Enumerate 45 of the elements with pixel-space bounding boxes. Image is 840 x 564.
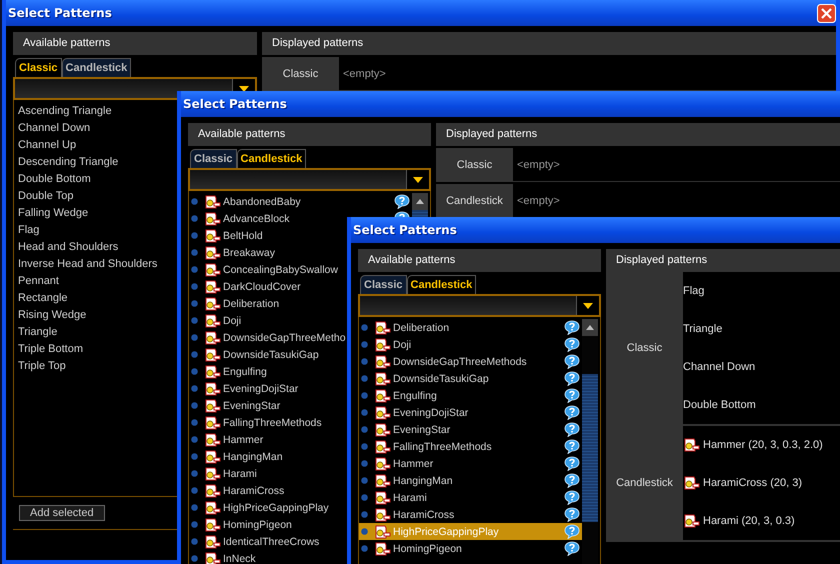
panel-header: Available patterns	[358, 249, 601, 272]
list-item[interactable]: Deliberation	[359, 319, 582, 336]
list-item[interactable]: Harami	[359, 489, 582, 506]
window-title: Select Patterns	[183, 97, 287, 111]
displayed-pattern[interactable]: Hammer (20, 3, 0.3, 2.0)	[683, 426, 840, 464]
panel-header: Displayed patterns	[262, 32, 836, 55]
panel-header: Displayed patterns	[606, 249, 840, 272]
window-title: Select Patterns	[8, 6, 112, 20]
list-item[interactable]: Doji	[359, 336, 582, 353]
displayed-pattern[interactable]: Triangle	[683, 310, 840, 348]
tab[interactable]: Classic	[190, 149, 237, 168]
panel-header: Available patterns	[13, 32, 257, 55]
empty-text: <empty>	[342, 68, 387, 80]
add-selected-button[interactable]: Add selected	[19, 505, 105, 521]
group-label: Candlestick	[436, 184, 513, 217]
list-item[interactable]: AbandonedBaby	[189, 193, 412, 210]
list-item[interactable]: FallingThreeMethods	[359, 438, 582, 455]
panel-header: Displayed patterns	[436, 123, 840, 146]
list-item[interactable]: Engulfing	[359, 387, 582, 404]
empty-text: <empty>	[516, 158, 561, 170]
list-item[interactable]: DownsideTasukiGap	[359, 370, 582, 387]
tab[interactable]: Classic	[360, 275, 407, 294]
displayed-pattern[interactable]: Double Bottom	[683, 386, 840, 424]
list-item[interactable]: HomingPigeon	[359, 540, 582, 557]
list-item[interactable]: EveningDojiStar	[359, 404, 582, 421]
tab[interactable]: Candlestick	[236, 149, 306, 168]
list-item[interactable]: Deliberation	[189, 295, 412, 312]
displayed-pattern[interactable]: Harami (20, 3, 0.3)	[683, 502, 840, 540]
list-item[interactable]: HaramiCross	[359, 506, 582, 523]
group-label: Classic	[436, 148, 513, 181]
tab[interactable]: Candlestick	[406, 275, 476, 294]
tab[interactable]: Classic	[15, 58, 62, 77]
empty-text: <empty>	[516, 194, 561, 206]
group-label: Classic	[262, 57, 339, 90]
group-label: Classic	[606, 272, 683, 424]
displayed-pattern[interactable]: Flag	[683, 272, 840, 310]
list-item[interactable]: HangingMan	[359, 472, 582, 489]
panel-header: Available patterns	[188, 123, 431, 146]
list-item[interactable]: Hammer	[359, 455, 582, 472]
list-item[interactable]: DownsideGapThreeMethods	[359, 353, 582, 370]
group-label: Candlestick	[606, 426, 683, 540]
list-item[interactable]: EveningStar	[359, 421, 582, 438]
tab[interactable]: Candlestick	[62, 58, 132, 77]
displayed-pattern[interactable]: HaramiCross (20, 3)	[683, 464, 840, 502]
displayed-pattern[interactable]: Channel Down	[683, 348, 840, 386]
